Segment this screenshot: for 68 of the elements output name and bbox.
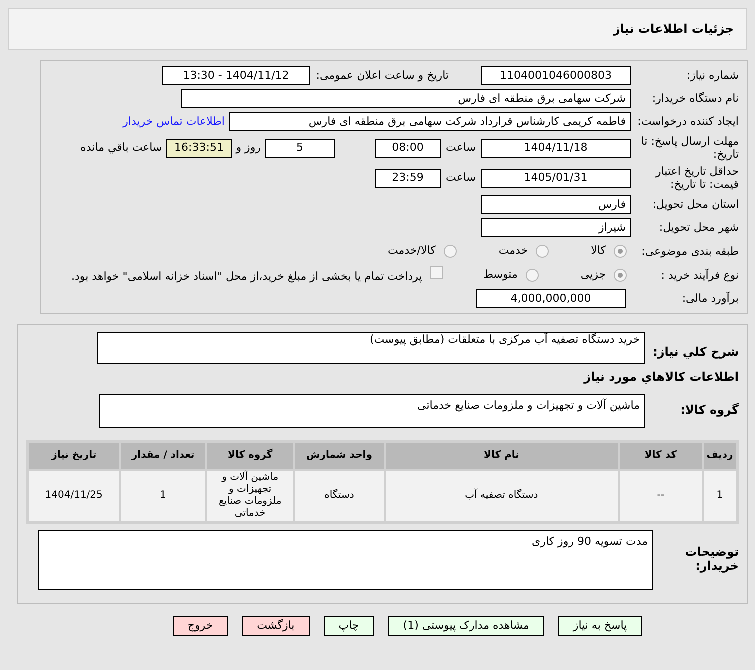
column-header: تاریخ نیاز	[29, 443, 120, 469]
radio-button[interactable]	[614, 268, 627, 282]
text-field[interactable]: 08:00	[375, 138, 441, 158]
field-label: شماره نیاز:	[686, 69, 739, 82]
column-header: واحد شمارش	[295, 443, 384, 469]
days-label: روز و	[234, 141, 262, 155]
checkbox[interactable]	[430, 266, 444, 279]
text-field[interactable]: فارس	[481, 195, 631, 214]
table-cell: دستگاه تصفیه آب	[386, 471, 618, 521]
field-label: ایجاد کننده درخواست:	[636, 115, 739, 128]
radio-button[interactable]	[444, 244, 457, 258]
field-label: نام دستگاه خریدار:	[651, 92, 739, 105]
time-label: ساعت	[445, 171, 477, 185]
text-field[interactable]: شرکت سهامی برق منطقه ای فارس	[181, 89, 631, 108]
action-button[interactable]: پاسخ به نیاز	[558, 616, 642, 636]
field-label: مهلت ارسال پاسخ: تا تاریخ:	[640, 135, 739, 161]
text-field[interactable]: 4,000,000,000	[476, 289, 626, 308]
field-label: شرح کلي نياز:	[653, 345, 739, 359]
field-label: نوع فرآیند خرید :	[660, 268, 739, 282]
text-field[interactable]: 1405/01/31	[481, 168, 631, 188]
contact-link[interactable]: اطلاعات تماس خریدار	[123, 114, 225, 128]
table-cell: 1	[704, 471, 736, 521]
goods-group-field[interactable]: ماشین آلات و تجهیزات و ملزومات صنایع خدماتی	[99, 394, 645, 428]
notes-field[interactable]: مدت تسویه 90 روز کاری	[38, 530, 653, 590]
text-field[interactable]: 1404/11/18	[481, 138, 631, 158]
radio-button[interactable]	[526, 268, 539, 282]
action-button[interactable]: بازگشت	[242, 616, 310, 636]
field-label: توضیحات خریدار:	[685, 545, 739, 573]
text-field[interactable]: فاطمه کریمی کارشناس قرارداد شرکت سهامی برق منطقه ای فارس	[229, 112, 631, 131]
radio-label: متوسط	[483, 268, 518, 282]
column-header: گروه کالا	[207, 443, 294, 469]
field-label: تاریخ و ساعت اعلان عمومی:	[316, 69, 449, 82]
text-field[interactable]: 5	[265, 138, 335, 158]
field-label: حداقل تاریخ اعتبار قیمت: تا تاریخ:	[654, 165, 739, 191]
table-cell: --	[620, 471, 702, 521]
action-button[interactable]: مشاهده مدارک پیوستی (1)	[388, 616, 544, 636]
table-cell: 1404/11/25	[29, 471, 120, 521]
table-cell: ماشین آلات و تجهیزات و ملزومات صنایع خدماتی	[207, 471, 294, 521]
remaining-label: ساعت باقي مانده	[80, 141, 164, 155]
table-cell: دستگاه	[295, 471, 384, 521]
time-label: ساعت	[445, 141, 477, 155]
text-field[interactable]: شیراز	[481, 218, 631, 237]
field-label: طبقه بندی موضوعی:	[640, 244, 739, 258]
page-title: جزئیات اطلاعات نیاز	[613, 22, 734, 36]
table-cell: 1	[121, 471, 206, 521]
field-label: گروه کالا:	[680, 403, 739, 417]
radio-label: خدمت	[498, 244, 528, 258]
radio-label: کالا	[591, 244, 606, 258]
radio-label: جزیی	[580, 268, 606, 282]
section-heading: اطلاعات کالاهاي مورد نياز	[582, 370, 739, 384]
field-label: شهر محل تحویل:	[658, 221, 739, 234]
radio-button[interactable]	[614, 244, 627, 258]
remaining-time[interactable]: 16:33:51	[166, 138, 232, 158]
radio-button[interactable]	[536, 244, 550, 258]
text-field[interactable]: 23:59	[375, 168, 441, 188]
column-header: کد کالا	[620, 443, 702, 469]
action-button[interactable]: چاپ	[324, 616, 374, 636]
field-label: استان محل تحویل:	[652, 198, 739, 211]
column-header: نام کالا	[386, 443, 618, 469]
radio-label: کالا/خدمت	[388, 244, 436, 258]
description-field[interactable]: خرید دستگاه تصفیه آب مرکزی با متعلقات (مطابق پیوست)	[97, 332, 645, 364]
column-header: ردیف	[704, 443, 736, 469]
text-field[interactable]: 1404/11/12 - 13:30	[162, 66, 310, 85]
text-field[interactable]: 1104001046000803	[481, 66, 631, 85]
checkbox-label: پرداخت تمام یا بخشی از مبلغ خرید،از محل "اسناد خزانه اسلامی" خواهد بود.	[72, 270, 422, 284]
field-label: برآورد مالی:	[681, 292, 739, 305]
action-button[interactable]: خروج	[172, 616, 228, 636]
column-header: تعداد / مقدار	[121, 443, 206, 469]
